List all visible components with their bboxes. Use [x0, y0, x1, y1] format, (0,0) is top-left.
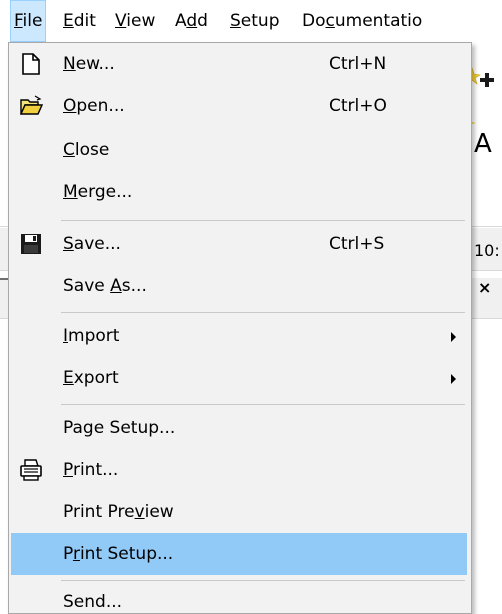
background-text-tool-letter[interactable]: A [474, 124, 492, 164]
menu-item-close[interactable]: Close [11, 129, 467, 171]
menu-documentation-mnemonic: c [325, 11, 335, 31]
menu-item-print[interactable]: Print... [11, 449, 467, 491]
menu-item-send[interactable]: Send... [11, 581, 467, 613]
shortcut-text: Ctrl+S [329, 234, 385, 254]
mnemonic: C [63, 140, 75, 160]
menu-item-label: Open... [63, 85, 125, 127]
mnemonic: r [72, 544, 80, 564]
background-edge-mark [0, 278, 8, 280]
menu-documentation-label: umentatio [334, 11, 423, 31]
mnemonic: N [63, 54, 76, 74]
menu-item-merge[interactable]: Merge... [11, 171, 467, 213]
menu-documentation[interactable]: Documentatio [298, 0, 426, 42]
menu-setup-mnemonic: S [230, 11, 241, 31]
label-pre: P [63, 544, 73, 564]
mnemonic: E [63, 368, 74, 388]
menu-view-mnemonic: V [115, 11, 127, 31]
menu-separator [61, 312, 465, 313]
menu-item-save[interactable]: Save... Ctrl+S [11, 223, 467, 265]
menu-separator [61, 220, 465, 221]
label-rest: rint... [72, 460, 119, 480]
menu-setup[interactable]: Setup [226, 0, 284, 42]
open-folder-icon [19, 95, 43, 115]
label-rest: s... [121, 276, 147, 296]
menu-view-label: iew [126, 11, 156, 31]
label-rest: iew [144, 502, 174, 522]
mnemonic: M [63, 182, 78, 202]
menu-edit[interactable]: Edit [59, 0, 100, 42]
menu-item-print-setup[interactable]: Print Setup... [11, 533, 467, 575]
mnemonic: O [63, 96, 77, 116]
menu-item-import[interactable]: Import [11, 315, 467, 357]
menu-item-label: Print Setup... [63, 533, 173, 575]
background-partial-time: 10: [474, 241, 500, 260]
shortcut-text: Ctrl+O [329, 96, 387, 116]
shortcut-text: Ctrl+N [329, 54, 387, 74]
file-menu-dropdown: New... Ctrl+N Open... Ctrl+O Close Merge… [8, 42, 472, 614]
submenu-arrow-icon [451, 374, 456, 384]
menu-item-label: Save As... [63, 265, 147, 307]
menu-add-label-pre: A [175, 11, 187, 31]
menu-item-label: Page Setup... [63, 418, 176, 438]
floppy-disk-icon [21, 234, 41, 254]
menu-documentation-label-pre: Do [302, 11, 326, 31]
label-rest: ew... [75, 54, 115, 74]
menu-item-label: Print... [63, 449, 118, 491]
menu-item-export[interactable]: Export [11, 357, 467, 399]
menu-item-label: Export [63, 357, 119, 399]
menu-add-mnemonic: d [186, 11, 198, 31]
menu-item-label: Send... [63, 592, 123, 612]
menu-item-label: Save... [63, 223, 121, 265]
label-rest: mport [68, 326, 120, 346]
menu-item-label: Import [63, 315, 119, 357]
menu-item-label: Close [63, 129, 109, 171]
label-rest: lose [74, 140, 110, 160]
printer-icon [20, 459, 42, 481]
menu-item-open[interactable]: Open... Ctrl+O [11, 85, 467, 127]
menu-separator [61, 404, 465, 405]
menu-file-label: ile [22, 11, 43, 31]
label-rest: ave... [73, 234, 121, 254]
menu-file[interactable]: File [10, 0, 47, 42]
label-rest: int Setup... [79, 544, 174, 564]
menu-item-page-setup[interactable]: Page Setup... [11, 407, 467, 449]
menu-item-new[interactable]: New... Ctrl+N [11, 43, 467, 85]
menu-setup-label: etup [240, 11, 280, 31]
label-pre: Save [63, 276, 111, 296]
label-rest: xport [73, 368, 119, 388]
menu-item-label: Merge... [63, 171, 132, 213]
label-rest: pen... [76, 96, 125, 116]
menu-item-print-preview[interactable]: Print Preview [11, 491, 467, 533]
background-partial-symbol: × [478, 278, 492, 297]
menu-edit-mnemonic: E [63, 11, 74, 31]
mnemonic: S [63, 234, 74, 254]
submenu-arrow-icon [451, 332, 456, 342]
menu-file-mnemonic: F [14, 11, 23, 31]
menu-add[interactable]: Add [171, 0, 212, 42]
menu-add-label: d [197, 11, 208, 31]
mnemonic: A [110, 276, 122, 296]
mnemonic: v [134, 502, 145, 522]
label-pre: Print Pre [63, 502, 135, 522]
new-document-icon [22, 53, 40, 75]
menu-bar: File Edit View Add Setup Documentatio [0, 0, 502, 42]
mnemonic: P [63, 460, 73, 480]
menu-item-label: Print Preview [63, 491, 174, 533]
label-rest: erge... [77, 182, 133, 202]
menu-item-save-as[interactable]: Save As... [11, 265, 467, 307]
menu-edit-label: dit [73, 11, 96, 31]
menu-view[interactable]: View [111, 0, 159, 42]
menu-item-label: New... [63, 43, 115, 85]
